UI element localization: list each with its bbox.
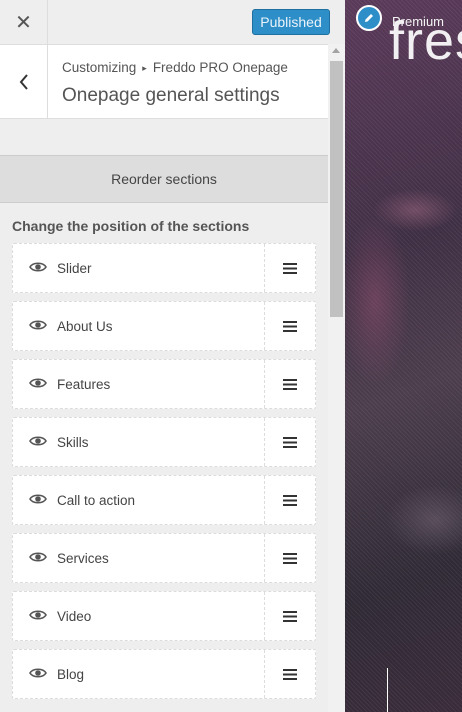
section-row[interactable]: About Us (12, 301, 316, 351)
site-preview[interactable]: fres Premium (345, 0, 462, 712)
eye-icon[interactable] (29, 608, 47, 622)
sections-list: Slider About Us Features Skills Call to acti… (12, 243, 316, 707)
drag-handle-icon[interactable] (264, 302, 315, 350)
sidebar-scrollbar[interactable] (328, 44, 345, 712)
breadcrumb: Customizing ▸ Freddo PRO Onepage (62, 60, 288, 75)
scroll-thumb[interactable] (330, 61, 343, 317)
section-label: Features (57, 377, 111, 392)
back-button[interactable] (0, 45, 48, 118)
eye-icon[interactable] (29, 260, 47, 274)
published-button[interactable]: Published (252, 9, 330, 35)
section-header: Customizing ▸ Freddo PRO Onepage Onepage g… (0, 45, 328, 119)
section-label: Slider (57, 261, 92, 276)
preview-divider (387, 668, 388, 712)
close-icon: ✕ (15, 11, 32, 34)
section-label: Skills (57, 435, 89, 450)
eye-icon[interactable] (29, 492, 47, 506)
page-title: Onepage general settings (62, 85, 280, 106)
drag-handle-icon[interactable] (264, 418, 315, 466)
section-row[interactable]: Features (12, 359, 316, 409)
drag-handle-icon[interactable] (264, 592, 315, 640)
section-label: Blog (57, 667, 85, 682)
section-row[interactable]: Video (12, 591, 316, 641)
breadcrumb-page: Freddo PRO Onepage (152, 60, 288, 75)
eye-icon[interactable] (29, 550, 47, 564)
drag-handle-icon[interactable] (264, 476, 315, 524)
eye-icon[interactable] (29, 434, 47, 448)
pencil-icon (365, 14, 373, 22)
eye-icon[interactable] (29, 376, 47, 390)
edit-shortcut-button[interactable] (356, 5, 382, 31)
breadcrumb-root: Customizing (62, 60, 137, 75)
drag-handle-icon[interactable] (264, 244, 315, 292)
premium-label: Premium (392, 14, 445, 29)
chevron-left-icon (19, 73, 28, 90)
customizer-sidebar: ✕ Published Customizing ▸ Freddo PRO Onepa… (0, 0, 345, 712)
drag-handle-icon[interactable] (264, 650, 315, 698)
section-row[interactable]: Services (12, 533, 316, 583)
drag-handle-icon[interactable] (264, 534, 315, 582)
section-row[interactable]: Slider (12, 243, 316, 293)
breadcrumb-separator: ▸ (142, 63, 147, 73)
section-row[interactable]: Skills (12, 417, 316, 467)
section-row[interactable]: Blog (12, 649, 316, 699)
section-row[interactable]: Call to action (12, 475, 316, 525)
section-label: Call to action (57, 493, 136, 508)
eye-icon[interactable] (29, 318, 47, 332)
section-label: About Us (57, 319, 113, 334)
section-label: Services (57, 551, 109, 566)
customizer-topbar: ✕ Published (0, 0, 345, 45)
drag-handle-icon[interactable] (264, 360, 315, 408)
reorder-sections-button[interactable]: Reorder sections (0, 155, 328, 203)
eye-icon[interactable] (29, 666, 47, 680)
scroll-up-arrow-icon[interactable] (332, 48, 340, 53)
reorder-description: Change the position of the sections (12, 218, 250, 234)
close-customizer-button[interactable]: ✕ (0, 0, 48, 44)
section-label: Video (57, 609, 92, 624)
